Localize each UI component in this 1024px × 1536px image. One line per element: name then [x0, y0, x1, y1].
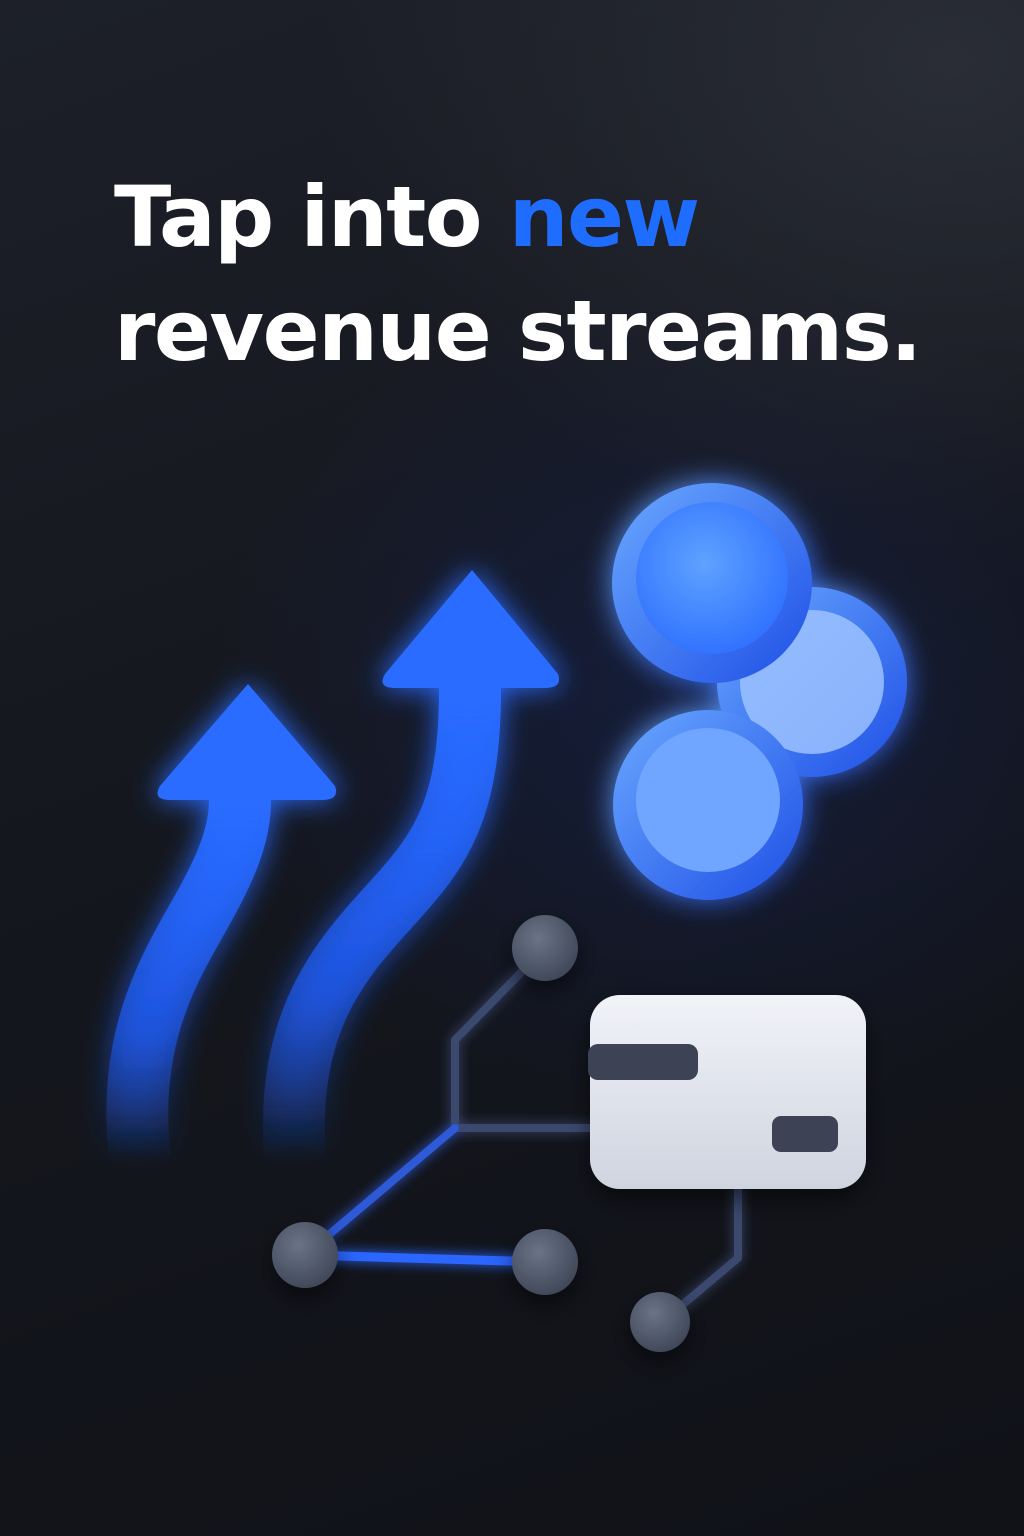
growth-arrow-icon — [262, 570, 560, 1191]
card-stripe — [588, 1044, 698, 1080]
revenue-illustration — [106, 483, 907, 1352]
network-node-icon — [512, 1229, 578, 1295]
coin — [613, 710, 803, 900]
network-node-icon — [630, 1292, 690, 1352]
card-icon — [588, 995, 866, 1189]
poster: Tap into new revenue streams. — [0, 0, 1024, 1536]
coin — [612, 483, 812, 683]
growth-arrows — [106, 570, 560, 1191]
network-node-icon — [272, 1222, 338, 1288]
card-chip — [772, 1116, 838, 1152]
network-node-icon — [512, 915, 578, 981]
coin-stack-icon — [612, 483, 907, 900]
